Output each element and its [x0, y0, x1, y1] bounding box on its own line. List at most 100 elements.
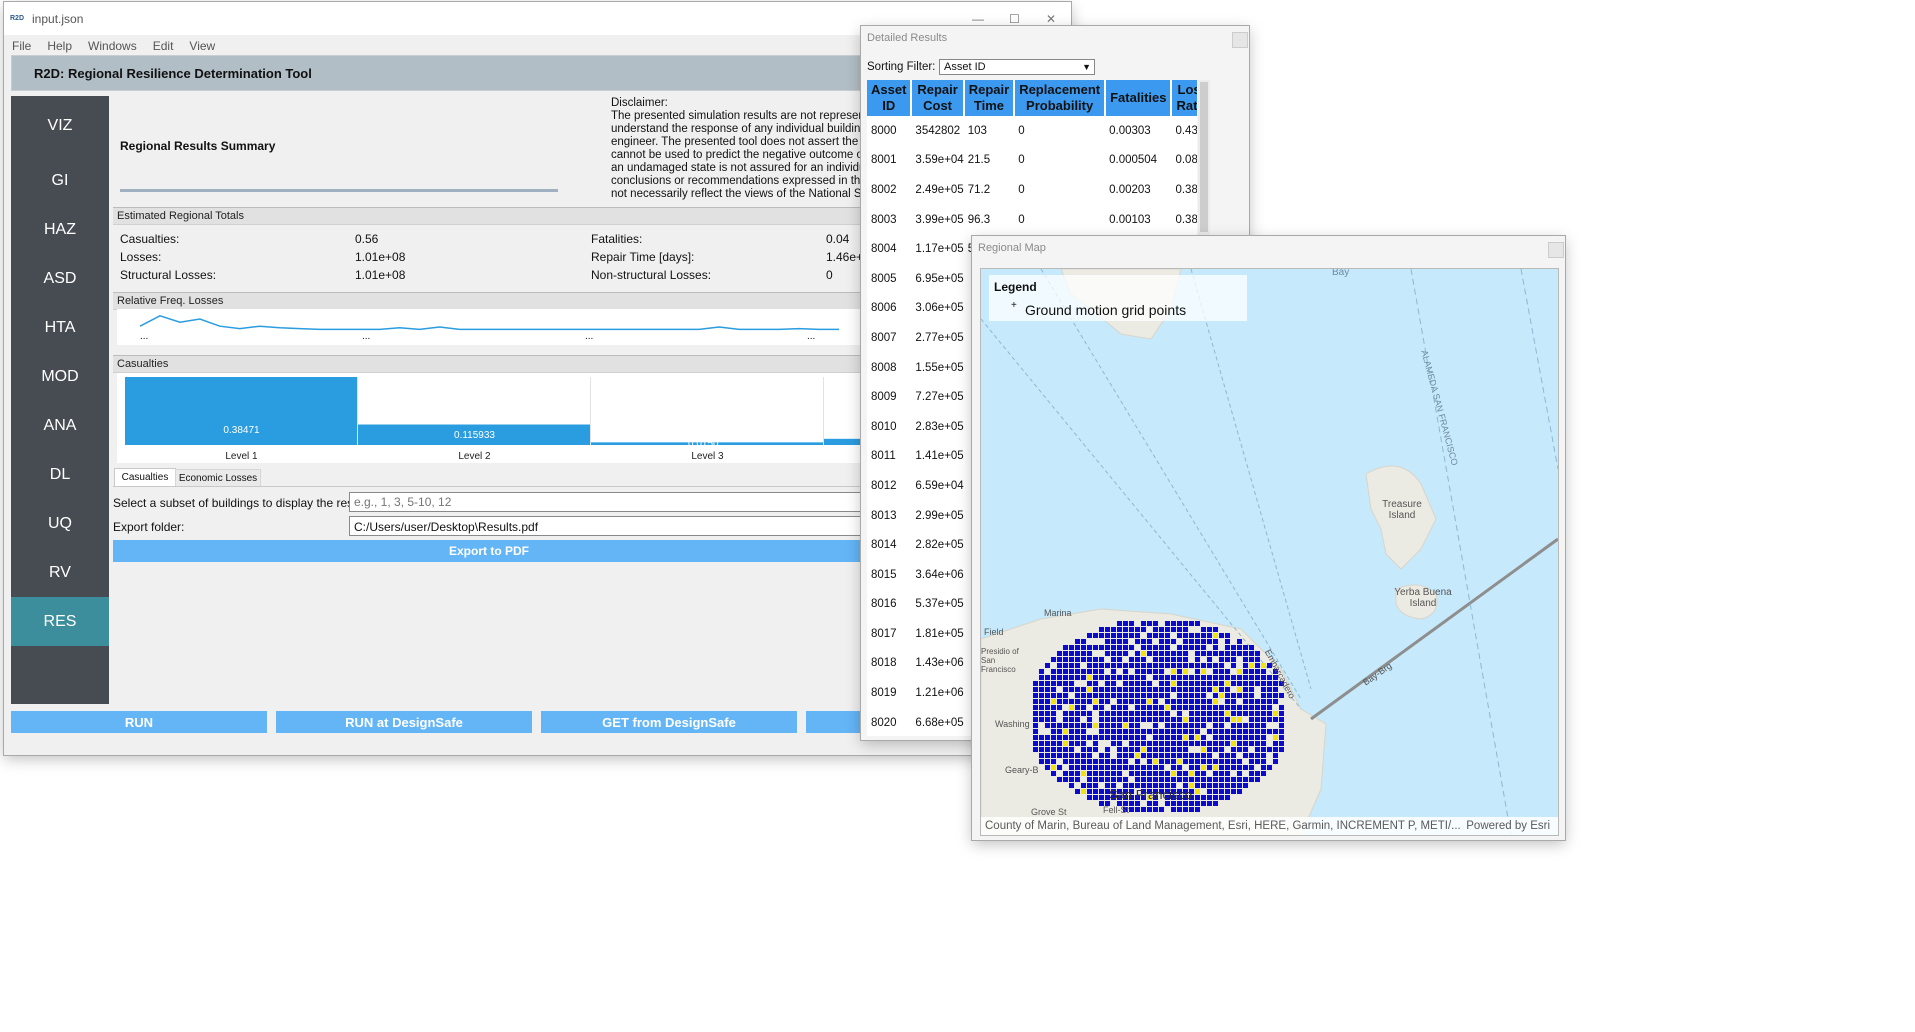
- grid-point: [1219, 705, 1224, 710]
- disclaimer-line: engineer. The presented tool does not as…: [611, 136, 861, 148]
- get-designsafe-button[interactable]: GET from DesignSafe: [541, 711, 797, 733]
- menu-edit[interactable]: Edit: [145, 39, 182, 53]
- grid-point: [1099, 723, 1104, 728]
- maximize-icon[interactable]: ☐: [1009, 12, 1020, 26]
- nav-gi[interactable]: GI: [11, 156, 109, 205]
- menu-file[interactable]: File: [4, 39, 39, 53]
- nav-haz[interactable]: HAZ: [11, 205, 109, 254]
- grid-point: [1153, 807, 1158, 812]
- grid-point: [1201, 765, 1206, 770]
- nav-res[interactable]: RES: [11, 597, 109, 646]
- table-row[interactable]: 8003 3.99e+0596.3 0 0.00103 0.386: [867, 205, 1197, 235]
- minimize-icon[interactable]: —: [972, 12, 984, 26]
- grid-point: [1069, 675, 1074, 680]
- grid-point: [1213, 711, 1218, 716]
- grid-point: [1063, 681, 1068, 686]
- menu-windows[interactable]: Windows: [80, 39, 145, 53]
- grid-point: [1135, 699, 1140, 704]
- grid-point: [1195, 705, 1200, 710]
- grid-point: [1117, 759, 1122, 764]
- grid-point: [1117, 753, 1122, 758]
- grid-point: [1117, 747, 1122, 752]
- nav-ana[interactable]: ANA: [11, 401, 109, 450]
- table-row[interactable]: 8000 3542802 103 0 0.00303 0.436: [867, 116, 1197, 146]
- export-pdf-button[interactable]: Export to PDF: [113, 540, 865, 562]
- grid-point: [1099, 795, 1104, 800]
- table-row[interactable]: 8002 2.49e+05 71.2 0 0.00203 0.38: [867, 175, 1197, 205]
- tab-economic-losses[interactable]: Economic Losses: [175, 469, 261, 487]
- grid-point: [1099, 705, 1104, 710]
- close-icon[interactable]: ✕: [1046, 12, 1056, 26]
- menu-view[interactable]: View: [181, 39, 223, 53]
- legend-point-icon: +: [1011, 300, 1017, 311]
- col-fatalities[interactable]: Fatalities: [1105, 80, 1173, 116]
- grid-point: [1141, 699, 1146, 704]
- extra-button[interactable]: [806, 711, 862, 733]
- grid-point: [1117, 651, 1122, 656]
- grid-point: [1075, 717, 1080, 722]
- results-scrollbar-thumb[interactable]: [1200, 82, 1208, 232]
- grid-point: [1213, 639, 1218, 644]
- grid-point: [1141, 663, 1146, 668]
- nav-uq[interactable]: UQ: [11, 499, 109, 548]
- grid-point: [1093, 669, 1098, 674]
- col-loss-ratio[interactable]: Loss Ratio: [1171, 80, 1197, 116]
- grid-point: [1141, 807, 1146, 812]
- grid-point: [1243, 687, 1248, 692]
- nav-viz[interactable]: VIZ: [11, 96, 109, 156]
- col-replacement-probability[interactable]: Replacement Probability: [1014, 80, 1107, 116]
- casualties-label: Casualties:: [120, 232, 180, 246]
- grid-point: [1069, 747, 1074, 752]
- export-folder-field[interactable]: C:/Users/user/Desktop\Results.pdf: [349, 516, 861, 536]
- grid-point: [1255, 759, 1260, 764]
- grid-point: [1147, 705, 1152, 710]
- grid-point: [1213, 723, 1218, 728]
- grid-point: [1273, 747, 1278, 752]
- regional-map-close-button[interactable]: [1548, 242, 1564, 258]
- grid-point: [1273, 741, 1278, 746]
- grid-point: [1159, 771, 1164, 776]
- map-view[interactable]: Legend + Ground motion grid points Bay T…: [980, 268, 1559, 836]
- nav-asd[interactable]: ASD: [11, 254, 109, 303]
- grid-point: [1117, 729, 1122, 734]
- sorting-select[interactable]: Asset ID ▼: [939, 59, 1095, 75]
- grid-point: [1123, 711, 1128, 716]
- col-repair-cost[interactable]: Repair Cost: [911, 80, 965, 116]
- grid-point: [1069, 735, 1074, 740]
- grid-point: [1057, 675, 1062, 680]
- grid-point: [1087, 651, 1092, 656]
- nav-hta[interactable]: HTA: [11, 303, 109, 352]
- bar-value-label: 0.0150...: [688, 439, 727, 450]
- grid-point: [1111, 723, 1116, 728]
- col-repair-time[interactable]: Repair Time: [963, 80, 1016, 116]
- progress-bar: [120, 189, 558, 192]
- nav-rv[interactable]: RV: [11, 548, 109, 597]
- subset-input[interactable]: [349, 492, 861, 512]
- grid-point: [1105, 627, 1110, 632]
- menu-help[interactable]: Help: [39, 39, 80, 53]
- grid-point: [1063, 657, 1068, 662]
- grid-point: [1219, 783, 1224, 788]
- nav-mod[interactable]: MOD: [11, 352, 109, 401]
- tab-casualties[interactable]: Casualties: [114, 468, 176, 487]
- grid-point: [1231, 657, 1236, 662]
- grid-point: [1087, 669, 1092, 674]
- grid-point: [1129, 663, 1134, 668]
- grid-point: [1147, 693, 1152, 698]
- bar-category-label: Level 1: [225, 451, 258, 462]
- grid-point: [1063, 687, 1068, 692]
- table-row[interactable]: 8001 3.59e+0421.5 0 0.000504 0.0891: [867, 146, 1197, 176]
- map-powered-by[interactable]: Powered by Esri: [1466, 817, 1550, 835]
- nav-dl[interactable]: DL: [11, 450, 109, 499]
- run-designsafe-button[interactable]: RUN at DesignSafe: [276, 711, 532, 733]
- col-asset-id[interactable]: Asset ID: [867, 80, 913, 116]
- run-button[interactable]: RUN: [11, 711, 267, 733]
- grid-point: [1075, 723, 1080, 728]
- detailed-results-close-button[interactable]: [1232, 32, 1248, 48]
- grid-point: [1207, 741, 1212, 746]
- grid-point: [1165, 747, 1170, 752]
- grid-point: [1057, 681, 1062, 686]
- map-canvas[interactable]: [981, 269, 1558, 835]
- grid-point: [1189, 723, 1194, 728]
- grid-point: [1225, 777, 1230, 782]
